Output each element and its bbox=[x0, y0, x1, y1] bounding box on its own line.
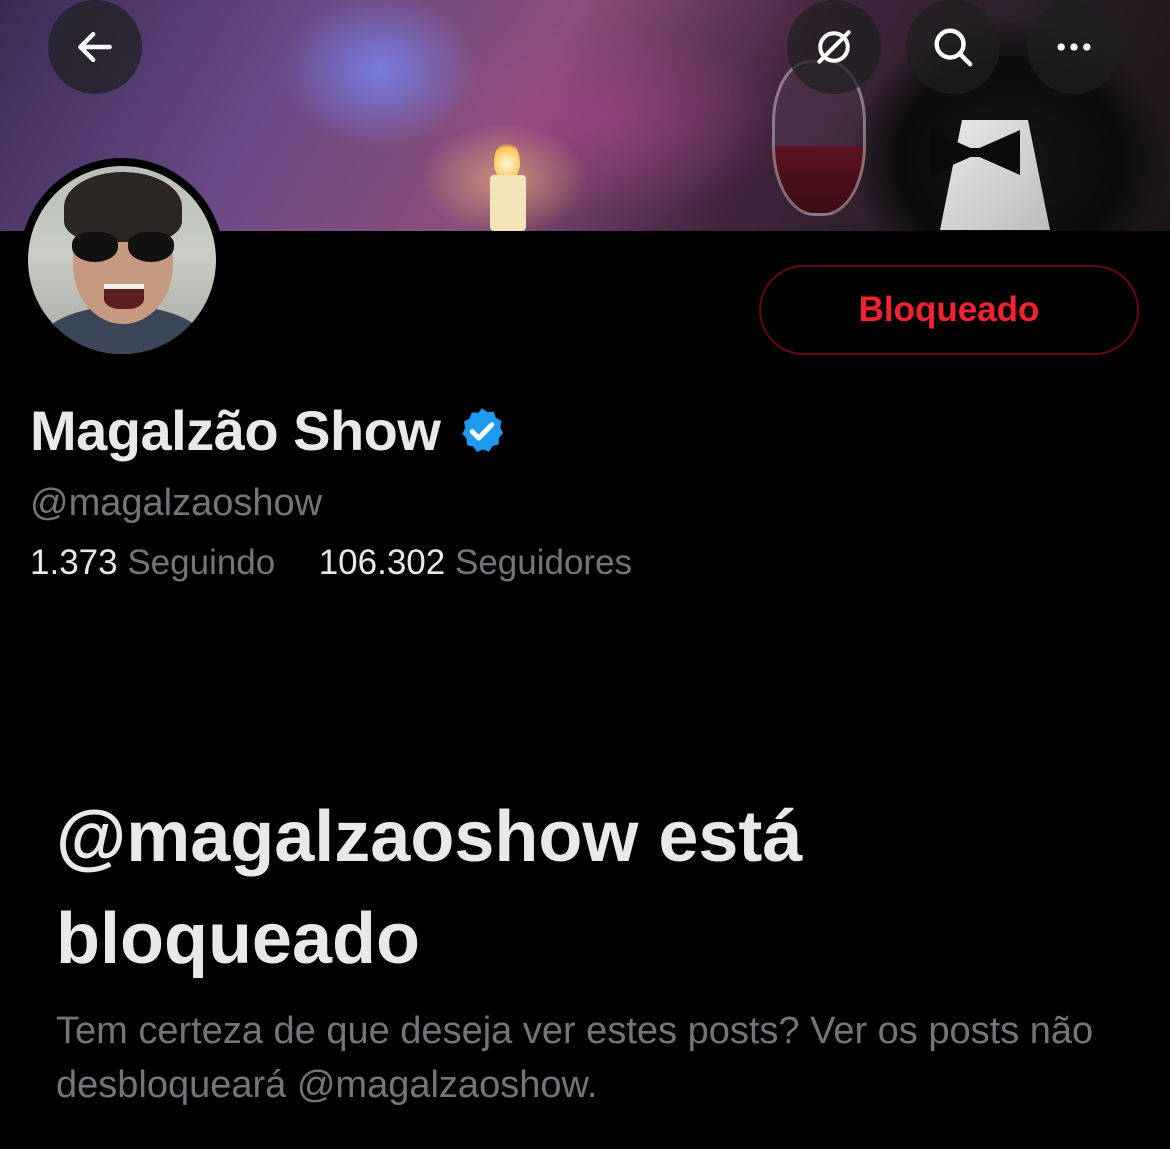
blocked-button-label: Bloqueado bbox=[858, 290, 1040, 329]
follow-stats: 1.373 Seguindo 106.302 Seguidores bbox=[30, 543, 632, 583]
blocked-button[interactable]: Bloqueado bbox=[759, 265, 1139, 355]
followers-link[interactable]: 106.302 Seguidores bbox=[319, 543, 632, 582]
following-link[interactable]: 1.373 Seguindo bbox=[30, 543, 275, 582]
avatar-image bbox=[28, 166, 216, 354]
more-button[interactable] bbox=[1027, 0, 1121, 94]
more-horizontal-icon bbox=[1057, 43, 1091, 51]
search-icon bbox=[934, 28, 973, 67]
profile-handle: @magalzaoshow bbox=[30, 482, 323, 524]
search-button[interactable] bbox=[906, 0, 1000, 94]
followers-count: 106.302 bbox=[318, 543, 446, 582]
verified-badge-icon[interactable] bbox=[456, 405, 508, 457]
avatar[interactable] bbox=[20, 158, 224, 362]
banner-candle-flame bbox=[494, 140, 520, 180]
blocked-notice-description: Tem certeza de que deseja ver estes post… bbox=[56, 1010, 1094, 1106]
display-name-row: Magalzão Show bbox=[30, 398, 508, 463]
grok-button[interactable] bbox=[787, 0, 881, 94]
display-name: Magalzão Show bbox=[30, 399, 441, 462]
following-label: Seguindo bbox=[127, 543, 276, 582]
following-count: 1.373 bbox=[30, 543, 118, 582]
arrow-left-icon bbox=[78, 31, 112, 63]
grok-icon bbox=[817, 30, 851, 64]
followers-label: Seguidores bbox=[454, 543, 633, 582]
banner-candle bbox=[490, 175, 526, 231]
back-button[interactable] bbox=[48, 0, 142, 94]
blocked-notice-title: @magalzaoshow está bloqueado bbox=[56, 797, 803, 979]
